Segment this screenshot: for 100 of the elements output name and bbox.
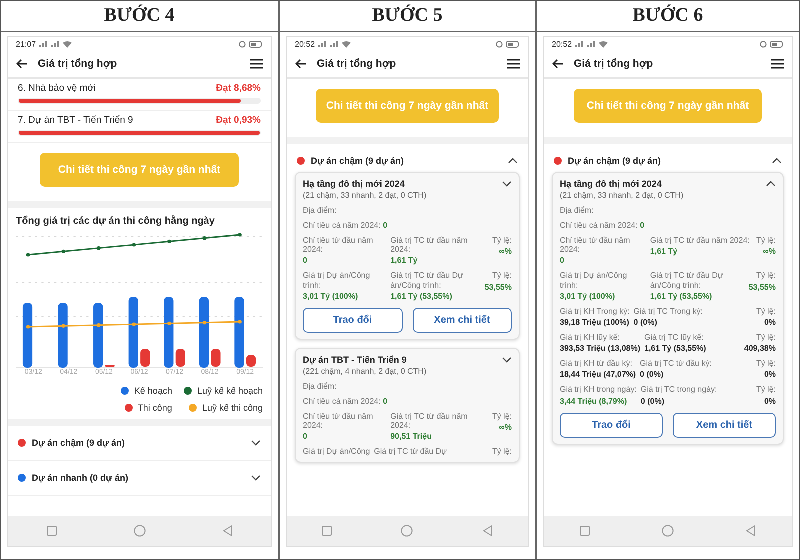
annual-target: Chỉ tiêu cả năm 2024: 0 xyxy=(303,396,389,406)
field-value: 1,61 Tỷ (53,55%) xyxy=(390,292,454,301)
field-label: Giá trị Dự án/Công trình: xyxy=(303,271,372,290)
chevron-icon[interactable] xyxy=(502,181,512,187)
step-heading: BƯỚC 5 xyxy=(372,5,443,27)
field-value: 0 (0%) xyxy=(634,318,658,327)
field-value: 18,44 Triệu (47,07%) xyxy=(560,370,636,380)
field-value: 0 xyxy=(303,432,308,442)
signal-icon xyxy=(318,41,328,47)
field-value: 53,55% xyxy=(748,282,776,292)
back-icon[interactable] xyxy=(16,59,28,69)
field-label: Giá trị Dự án/Công trình: xyxy=(560,271,628,290)
construction-bar xyxy=(211,349,221,367)
field-value: 409,38% xyxy=(744,344,776,354)
field-value: 0% xyxy=(763,370,776,380)
plan-bar xyxy=(199,297,209,368)
action-button[interactable]: Xem chi tiết xyxy=(412,308,512,333)
plan-bar xyxy=(22,303,33,368)
back-icon[interactable] xyxy=(552,59,564,69)
signal-icon xyxy=(587,41,596,47)
wifi-icon xyxy=(599,40,608,48)
field-label: Chỉ tiêu từ đầu năm 2024: xyxy=(303,412,374,430)
project-title: Hạ tầng đô thị mới 2024 xyxy=(303,179,406,189)
field-label: Giá trị TC từ đầu Dự xyxy=(374,447,448,456)
project-summary: (21 chậm, 33 nhanh, 2 đạt, 0 CTH) xyxy=(560,191,685,200)
field-label: Tỷ lệ: xyxy=(755,332,776,342)
field-value: 53,55% xyxy=(484,282,512,292)
field-value: 3,01 Tỷ (100%) xyxy=(560,292,616,301)
back-icon[interactable] xyxy=(295,59,307,69)
screen-title: Giá trị tổng hợp xyxy=(38,58,118,70)
progress-reading: Đạt 0,93% xyxy=(216,115,261,126)
chevron-icon[interactable] xyxy=(772,158,782,164)
chevron-icon[interactable] xyxy=(251,440,261,446)
field-label: Giá trị TC trong ngày: xyxy=(640,385,718,394)
menu-icon[interactable] xyxy=(771,59,784,69)
chevron-icon[interactable] xyxy=(508,158,518,164)
location-label: Địa điểm: xyxy=(560,206,595,215)
legend-label: Kế hoạch xyxy=(134,386,172,396)
field-value: ∞% xyxy=(498,422,512,432)
field-value: 0% xyxy=(763,396,776,406)
status-time: 21:07 xyxy=(16,40,36,48)
plan-bar xyxy=(58,303,68,368)
field-value: 1,61 Tỷ xyxy=(650,247,679,256)
construction-bar xyxy=(246,355,256,367)
alarm-icon xyxy=(496,40,503,48)
menu-icon[interactable] xyxy=(250,59,263,69)
field-label: Giá trị TC từ đầu năm 2024: xyxy=(390,236,469,254)
step-heading: BƯỚC 4 xyxy=(104,5,175,27)
project-summary: (221 chậm, 4 nhanh, 2 đạt, 0 CTH) xyxy=(303,366,428,376)
construction-bar xyxy=(176,349,186,367)
signal-icon xyxy=(39,41,48,47)
action-button[interactable]: Trao đổi xyxy=(303,308,402,333)
construction-bar xyxy=(140,349,150,367)
field-value: 1,61 Tỷ (53,55%) xyxy=(650,292,714,301)
field-value: ∞% xyxy=(498,247,512,256)
action-button[interactable]: Xem chi tiết xyxy=(673,412,776,438)
plan-bar xyxy=(94,303,104,368)
step-heading: BƯỚC 6 xyxy=(632,5,704,27)
location-label: Địa điểm: xyxy=(303,206,338,215)
plan-bar xyxy=(164,297,174,368)
field-label: Tỷ lệ: xyxy=(756,236,776,246)
field-label: Tỷ lệ: xyxy=(755,271,776,281)
chevron-icon[interactable] xyxy=(502,356,512,363)
chevron-icon[interactable] xyxy=(251,475,261,481)
field-label: Giá trị Dự án/Công xyxy=(303,447,370,456)
field-label: Tỷ lệ: xyxy=(756,359,776,368)
field-value: 90,51 Triệu xyxy=(390,432,433,442)
field-value: 1,61 Tỷ (53,55%) xyxy=(644,344,708,354)
status-time: 20:52 xyxy=(552,40,572,48)
field-label: Giá trị TC từ đầu kỳ: xyxy=(640,359,713,368)
signal-icon xyxy=(51,41,60,47)
legend-label: Thi công xyxy=(138,403,172,413)
field-label: Giá trị KH trong ngày: xyxy=(560,385,637,394)
field-label: Giá trị TC từ đầu Dự án/Công trình: xyxy=(390,271,464,290)
field-label: Giá trị TC từ đầu năm 2024: xyxy=(650,236,751,246)
field-label: Giá trị TC từ đầu năm 2024: xyxy=(390,412,469,430)
field-label: Tỷ lệ: xyxy=(492,412,512,421)
location-label: Địa điểm: xyxy=(303,382,338,391)
project-title: Hạ tầng đô thị mới 2024 xyxy=(560,179,663,189)
battery-icon xyxy=(506,40,520,48)
action-button[interactable]: Trao đổi xyxy=(560,412,663,438)
progress-reading: Đạt 8,68% xyxy=(216,83,261,94)
group-label[interactable]: Dự án nhanh (0 dự án) xyxy=(32,473,245,483)
group-label[interactable]: Dự án chậm (9 dự án) xyxy=(32,438,245,448)
group-label[interactable]: Dự án chậm (9 dự án) xyxy=(568,156,766,166)
alarm-icon xyxy=(239,40,246,48)
wifi-icon xyxy=(342,40,352,48)
status-time: 20:52 xyxy=(295,40,316,48)
field-label: Chỉ tiêu từ đầu năm 2024: xyxy=(303,236,374,254)
project-name: 7. Dự án TBT - Tiến Triển 9 xyxy=(18,115,134,126)
menu-icon[interactable] xyxy=(507,59,520,69)
chevron-icon[interactable] xyxy=(766,181,776,187)
field-label: Tỷ lệ: xyxy=(492,236,512,246)
field-value: 0 xyxy=(560,256,566,266)
field-label: Chỉ tiêu từ đầu năm 2024: xyxy=(560,236,632,254)
alarm-icon xyxy=(760,40,767,48)
chart-title: Tổng giá trị các dự án thi công hằng ngày xyxy=(16,216,216,227)
group-label[interactable]: Dự án chậm (9 dự án) xyxy=(311,156,502,166)
field-value: 3,01 Tỷ (100%) xyxy=(303,292,360,301)
field-value: 393,53 Triệu (13,08%) xyxy=(560,344,640,354)
